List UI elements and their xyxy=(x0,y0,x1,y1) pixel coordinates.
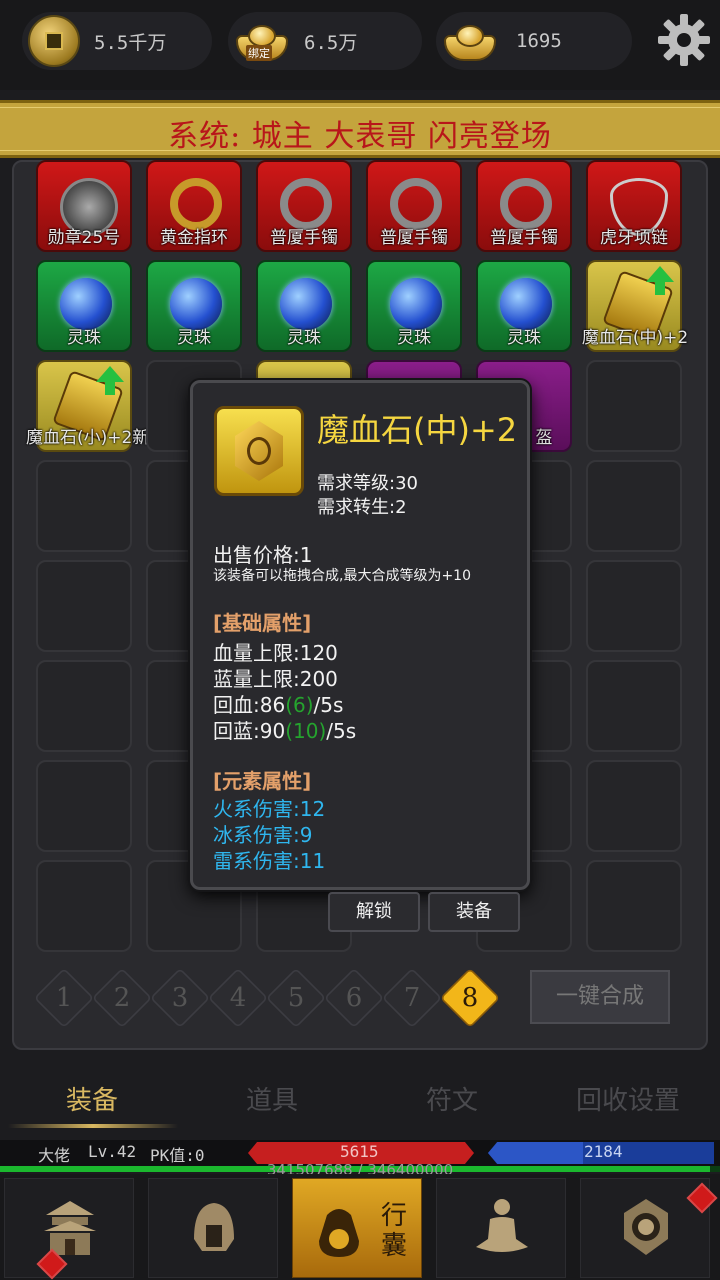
item-label: 黄金指环 xyxy=(160,228,228,248)
meditation-icon xyxy=(476,1199,528,1252)
tab-recycle-settings[interactable]: 回收设置 xyxy=(576,1080,680,1117)
inventory-slot[interactable] xyxy=(36,760,132,852)
item-label: 灵珠 xyxy=(177,328,211,348)
tab-equipment[interactable]: 装备 xyxy=(66,1080,118,1117)
hp-value: 5615 xyxy=(340,1142,379,1161)
inventory-slot[interactable]: 灵珠 xyxy=(256,260,352,352)
tooltip-title: 魔血石(中)+2 xyxy=(317,411,518,449)
hp-max-stat: 血量上限:120 xyxy=(213,641,338,665)
item-label: 勋章25号 xyxy=(47,228,121,248)
sell-price: 出售价格:1 xyxy=(213,543,313,567)
gold-currency: 1695 xyxy=(436,12,632,70)
bag-label: 行囊 xyxy=(381,1201,408,1261)
mp-value: 2184 xyxy=(584,1142,623,1161)
inventory-slot[interactable] xyxy=(36,660,132,752)
inventory-slot[interactable] xyxy=(586,460,682,552)
item-label: 普厦手镯 xyxy=(380,228,448,248)
nav-helmet-button[interactable] xyxy=(148,1178,278,1278)
inventory-slot[interactable]: 灵珠 xyxy=(146,260,242,352)
page-number: 4 xyxy=(229,983,247,1013)
item-label: 普厦手镯 xyxy=(270,228,338,248)
player-level: Lv.42 xyxy=(88,1142,137,1161)
palace-icon xyxy=(44,1201,96,1255)
fire-damage-stat: 火系伤害:12 xyxy=(213,797,326,821)
inventory-slot[interactable] xyxy=(586,860,682,952)
equip-button[interactable]: 装备 xyxy=(428,892,520,932)
inventory-slot[interactable] xyxy=(586,760,682,852)
upgrade-arrow-icon xyxy=(96,366,124,395)
inventory-slot[interactable]: 魔血石(小)+2新手 xyxy=(26,360,166,452)
page-number: 6 xyxy=(345,983,363,1013)
inventory-slot[interactable] xyxy=(36,460,132,552)
mp-max-stat: 蓝量上限:200 xyxy=(213,667,338,691)
item-label: 灵珠 xyxy=(67,328,101,348)
tab-items[interactable]: 道具 xyxy=(246,1080,298,1117)
inventory-slot[interactable] xyxy=(36,560,132,652)
inventory-slot[interactable]: 灵珠 xyxy=(476,260,572,352)
system-announcement-banner: 系统: 城主 大表哥 闪亮登场 xyxy=(0,100,720,158)
copper-coin-icon xyxy=(28,15,80,67)
merge-note: 该装备可以拖拽合成,最大合成等级为+10 xyxy=(213,568,471,584)
gold-amount: 1695 xyxy=(516,30,562,52)
inventory-slot[interactable]: 黄金指环 xyxy=(146,160,242,252)
bound-gold-amount: 6.5万 xyxy=(304,31,358,54)
gold-ingot-icon xyxy=(440,23,496,61)
item-label: 魔血石(中)+2 xyxy=(581,328,689,348)
item-label: 普厦手镯 xyxy=(490,228,558,248)
settings-gear-icon[interactable] xyxy=(656,12,712,68)
helmet-icon xyxy=(194,1203,234,1251)
bound-gold-currency: 绑定 6.5万 xyxy=(228,12,422,70)
page-number: 1 xyxy=(55,983,73,1013)
merge-all-button[interactable]: 一键合成 xyxy=(530,970,670,1024)
copper-currency: 5.5千万 xyxy=(22,12,212,70)
inventory-slot[interactable] xyxy=(586,660,682,752)
nav-taoist-button[interactable] xyxy=(580,1178,718,1278)
copper-amount: 5.5千万 xyxy=(94,31,167,54)
item-label: 灵珠 xyxy=(287,328,321,348)
page-number: 8 xyxy=(461,983,479,1013)
nav-bag-button[interactable]: 行囊 xyxy=(292,1178,422,1278)
announcement-text: 系统: 城主 大表哥 闪亮登场 xyxy=(168,119,552,154)
page-number: 2 xyxy=(113,983,131,1013)
page-number: 3 xyxy=(171,983,189,1013)
nav-meditate-button[interactable] xyxy=(436,1178,566,1278)
blood-stone-icon xyxy=(214,406,304,496)
upgrade-arrow-icon xyxy=(646,266,674,295)
bound-tag: 绑定 xyxy=(246,45,272,61)
bound-ingot-icon: 绑定 xyxy=(232,23,288,61)
page-number: 5 xyxy=(287,983,305,1013)
inventory-slot[interactable]: 灵珠 xyxy=(366,260,462,352)
active-tab-indicator xyxy=(8,1124,178,1128)
inventory-slot[interactable] xyxy=(36,860,132,952)
unlock-button[interactable]: 解锁 xyxy=(328,892,420,932)
inventory-slot[interactable]: 虎牙项链 xyxy=(586,160,682,252)
inventory-slot[interactable]: 魔血石(中)+2 xyxy=(582,260,688,352)
required-rebirth: 需求转生:2 xyxy=(317,497,407,518)
nav-city-button[interactable] xyxy=(4,1178,134,1280)
item-label: 灵珠 xyxy=(507,328,541,348)
inventory-slot[interactable]: 勋章25号 xyxy=(36,160,132,252)
tab-runes[interactable]: 符文 xyxy=(426,1080,478,1117)
inventory-slot[interactable] xyxy=(586,360,682,452)
item-label: 灵珠 xyxy=(397,328,431,348)
hp-regen-stat: 回血:86(6)/5s xyxy=(213,693,344,717)
element-attributes-header: [元素属性] xyxy=(213,769,312,793)
inventory-slot[interactable]: 普厦手镯 xyxy=(366,160,462,252)
inventory-slot[interactable]: 灵珠 xyxy=(36,260,132,352)
yin-yang-icon xyxy=(624,1199,668,1255)
required-level: 需求等级:30 xyxy=(317,473,418,494)
thunder-damage-stat: 雷系伤害:11 xyxy=(213,849,326,873)
bag-icon xyxy=(319,1209,359,1257)
ice-damage-stat: 冰系伤害:9 xyxy=(213,823,313,847)
item-label: 虎牙项链 xyxy=(600,228,668,248)
base-attributes-header: [基础属性] xyxy=(213,611,312,635)
inventory-slot[interactable]: 普厦手镯 xyxy=(476,160,572,252)
inventory-slot[interactable]: 普厦手镯 xyxy=(256,160,352,252)
page-number: 7 xyxy=(403,983,421,1013)
inventory-slot[interactable] xyxy=(586,560,682,652)
mp-regen-stat: 回蓝:90(10)/5s xyxy=(213,719,357,743)
